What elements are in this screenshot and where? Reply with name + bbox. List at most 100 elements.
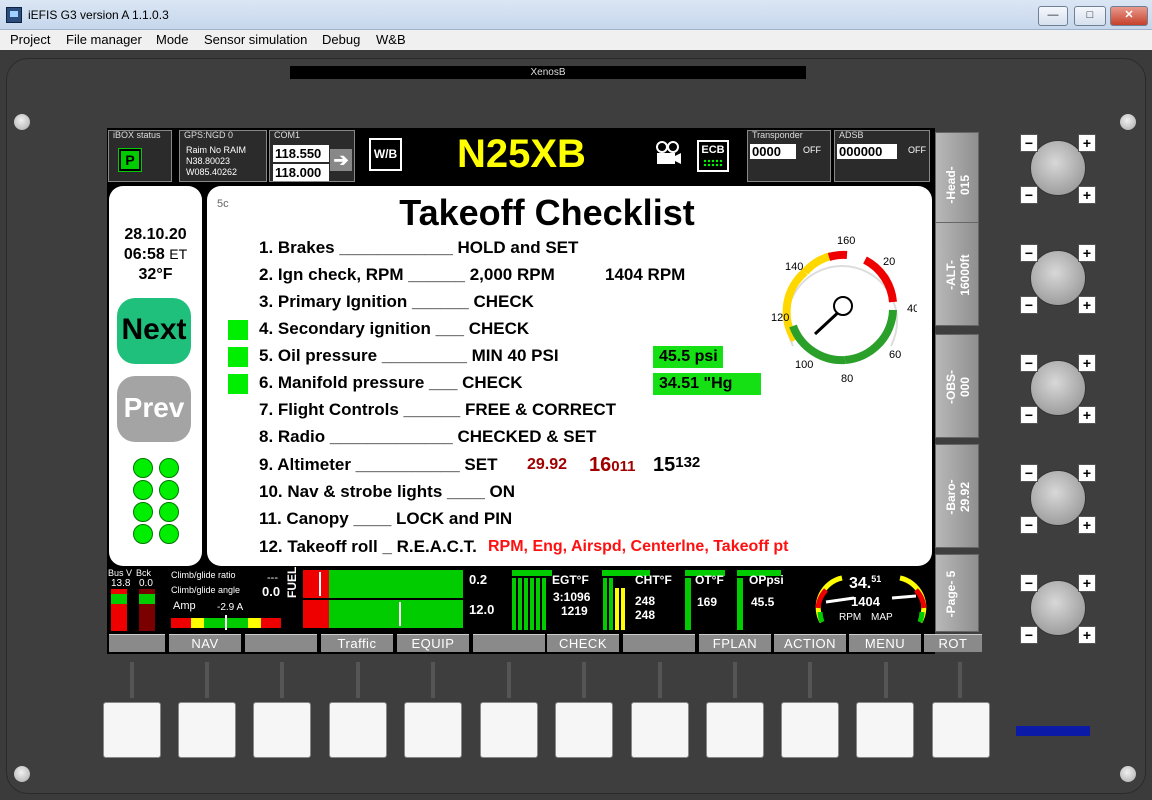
hardware-button-9[interactable] [706, 702, 764, 758]
camera-icon[interactable] [652, 140, 684, 170]
head-button[interactable]: -Head- 015 [935, 132, 979, 236]
gps-status[interactable]: GPS:NGD 0 Raim No RAIM N38.80023 W085.40… [179, 130, 267, 182]
obs-knob-plus[interactable]: + [1078, 354, 1096, 372]
checklist-item-8[interactable]: 8. Radio _____________ CHECKED & SET [259, 427, 596, 447]
transponder[interactable]: Transponder 0000 OFF [747, 130, 831, 182]
amp-value: -2.9 A [217, 602, 244, 613]
softkey-3[interactable] [245, 634, 317, 652]
obs-knob-minus[interactable]: − [1020, 354, 1038, 372]
next-button[interactable]: Next [117, 298, 191, 364]
adsb[interactable]: ADSB 000000 OFF [834, 130, 930, 182]
softkey-rot[interactable]: ROT [924, 634, 982, 652]
checklist-item-11[interactable]: 11. Canopy ____ LOCK and PIN [259, 509, 512, 529]
alt-knob-plus[interactable]: + [1078, 244, 1096, 262]
hardware-button-3[interactable] [253, 702, 311, 758]
frequency-swap-icon[interactable]: ➔ [330, 149, 352, 171]
hardware-button-5[interactable] [404, 702, 462, 758]
page-button[interactable]: -Page- 5 [935, 554, 979, 632]
egt-bar-top [512, 570, 552, 576]
hardware-button-1[interactable] [103, 702, 161, 758]
button-stem [582, 662, 586, 698]
hardware-button-11[interactable] [856, 702, 914, 758]
hardware-button-6[interactable] [480, 702, 538, 758]
minimize-button[interactable]: — [1038, 6, 1068, 26]
checklist-item-1[interactable]: 1. Brakes ____________ HOLD and SET [259, 238, 578, 258]
com-active-frequency[interactable]: 118.550 [273, 145, 329, 162]
wb-button[interactable]: W/B [369, 138, 402, 171]
hardware-button-7[interactable] [555, 702, 613, 758]
alt-knob-minus[interactable]: − [1020, 296, 1038, 314]
softkey-6[interactable] [473, 634, 545, 652]
ecb-button[interactable]: ECB [697, 140, 729, 172]
softkey-action[interactable]: ACTION [774, 634, 846, 652]
hardware-button-4[interactable] [329, 702, 387, 758]
checklist-item-6[interactable]: 6. Manifold pressure ___ CHECK [259, 373, 523, 393]
menu-debug[interactable]: Debug [322, 32, 360, 47]
hardware-button-2[interactable] [178, 702, 236, 758]
softkey-1[interactable] [109, 634, 165, 652]
page-knob-minus[interactable]: − [1020, 626, 1038, 644]
com-standby-frequency[interactable]: 118.000 [273, 164, 329, 181]
fuel-bar-left-red [303, 570, 329, 598]
hardware-button-8[interactable] [631, 702, 689, 758]
head-knob-minus[interactable]: − [1020, 134, 1038, 152]
menu-sensor-simulation[interactable]: Sensor simulation [204, 32, 307, 47]
checklist-item-4[interactable]: 4. Secondary ignition ___ CHECK [259, 319, 529, 339]
button-stem [733, 662, 737, 698]
baro-knob-plus[interactable]: + [1078, 464, 1096, 482]
obs-knob-plus[interactable]: + [1078, 406, 1096, 424]
menu-file-manager[interactable]: File manager [66, 32, 142, 47]
button-stem [507, 662, 511, 698]
status-dot [159, 502, 179, 522]
baro-knob-minus[interactable]: − [1020, 516, 1038, 534]
head-knob-plus[interactable]: + [1078, 134, 1096, 152]
obs-button-label: -OBS- 000 [944, 370, 972, 404]
alt-button[interactable]: -ALT- 16000ft [935, 222, 979, 326]
page-knob-minus[interactable]: − [1020, 574, 1038, 592]
softkey-8[interactable] [623, 634, 695, 652]
hardware-button-12[interactable] [932, 702, 990, 758]
softkey-traffic[interactable]: Traffic [321, 634, 393, 652]
close-button[interactable]: ✕ [1110, 6, 1148, 26]
menu-mode[interactable]: Mode [156, 32, 189, 47]
checklist-item-9[interactable]: 9. Altimeter ___________ SET [259, 455, 497, 475]
obs-button[interactable]: -OBS- 000 [935, 334, 979, 438]
softkey-menu[interactable]: MENU [849, 634, 921, 652]
checklist-item-2[interactable]: 2. Ign check, RPM ______ 2,000 RPM [259, 265, 555, 285]
maximize-button[interactable]: □ [1074, 6, 1106, 26]
ibox-status[interactable]: iBOX status P [108, 130, 172, 182]
menu-wb[interactable]: W&B [376, 32, 406, 47]
react-reminder: RPM, Eng, Airspd, Centerlne, Takeoff pt [488, 538, 789, 555]
softkey-equip[interactable]: EQUIP [397, 634, 469, 652]
bus-voltage-label: Bus V [108, 568, 133, 578]
softkey-nav[interactable]: NAV [169, 634, 241, 652]
baro-button[interactable]: -Baro- 29.92 [935, 444, 979, 548]
prev-button[interactable]: Prev [117, 376, 191, 442]
hardware-button-10[interactable] [781, 702, 839, 758]
status-dot [133, 502, 153, 522]
checklist-item-3[interactable]: 3. Primary Ignition ______ CHECK [259, 292, 534, 312]
egt-value-2: 1219 [561, 604, 588, 618]
obs-knob-minus[interactable]: − [1020, 406, 1038, 424]
checklist-item-12[interactable]: 12. Takeoff roll _ R.E.A.C.T. [259, 537, 477, 557]
head-knob-plus[interactable]: + [1078, 186, 1096, 204]
page-knob-plus[interactable]: + [1078, 574, 1096, 592]
baro-knob-plus[interactable]: + [1078, 516, 1096, 534]
rpm-readout: 1404 RPM [605, 265, 686, 284]
status-dot [159, 524, 179, 544]
page-knob-plus[interactable]: + [1078, 626, 1096, 644]
rpm-gauge: 160 20 140 40 120 60 100 80 [771, 235, 917, 385]
checklist-item-10[interactable]: 10. Nav & strobe lights ____ ON [259, 482, 515, 502]
softkey-check[interactable]: CHECK [547, 634, 619, 652]
menu-project[interactable]: Project [10, 32, 50, 47]
baro-knob-minus[interactable]: − [1020, 464, 1038, 482]
alt-knob-minus[interactable]: − [1020, 244, 1038, 262]
softkey-fplan[interactable]: FPLAN [699, 634, 771, 652]
head-knob-minus[interactable]: − [1020, 186, 1038, 204]
checklist-item-7[interactable]: 7. Flight Controls ______ FREE & CORRECT [259, 400, 616, 420]
alt-knob-plus[interactable]: + [1078, 296, 1096, 314]
time: 06:58 [123, 246, 165, 263]
gauge-label-80: 80 [841, 373, 853, 385]
checklist-item-5[interactable]: 5. Oil pressure _________ MIN 40 PSI [259, 346, 559, 366]
oil-pressure-readout: 45.5 psi [653, 346, 723, 368]
